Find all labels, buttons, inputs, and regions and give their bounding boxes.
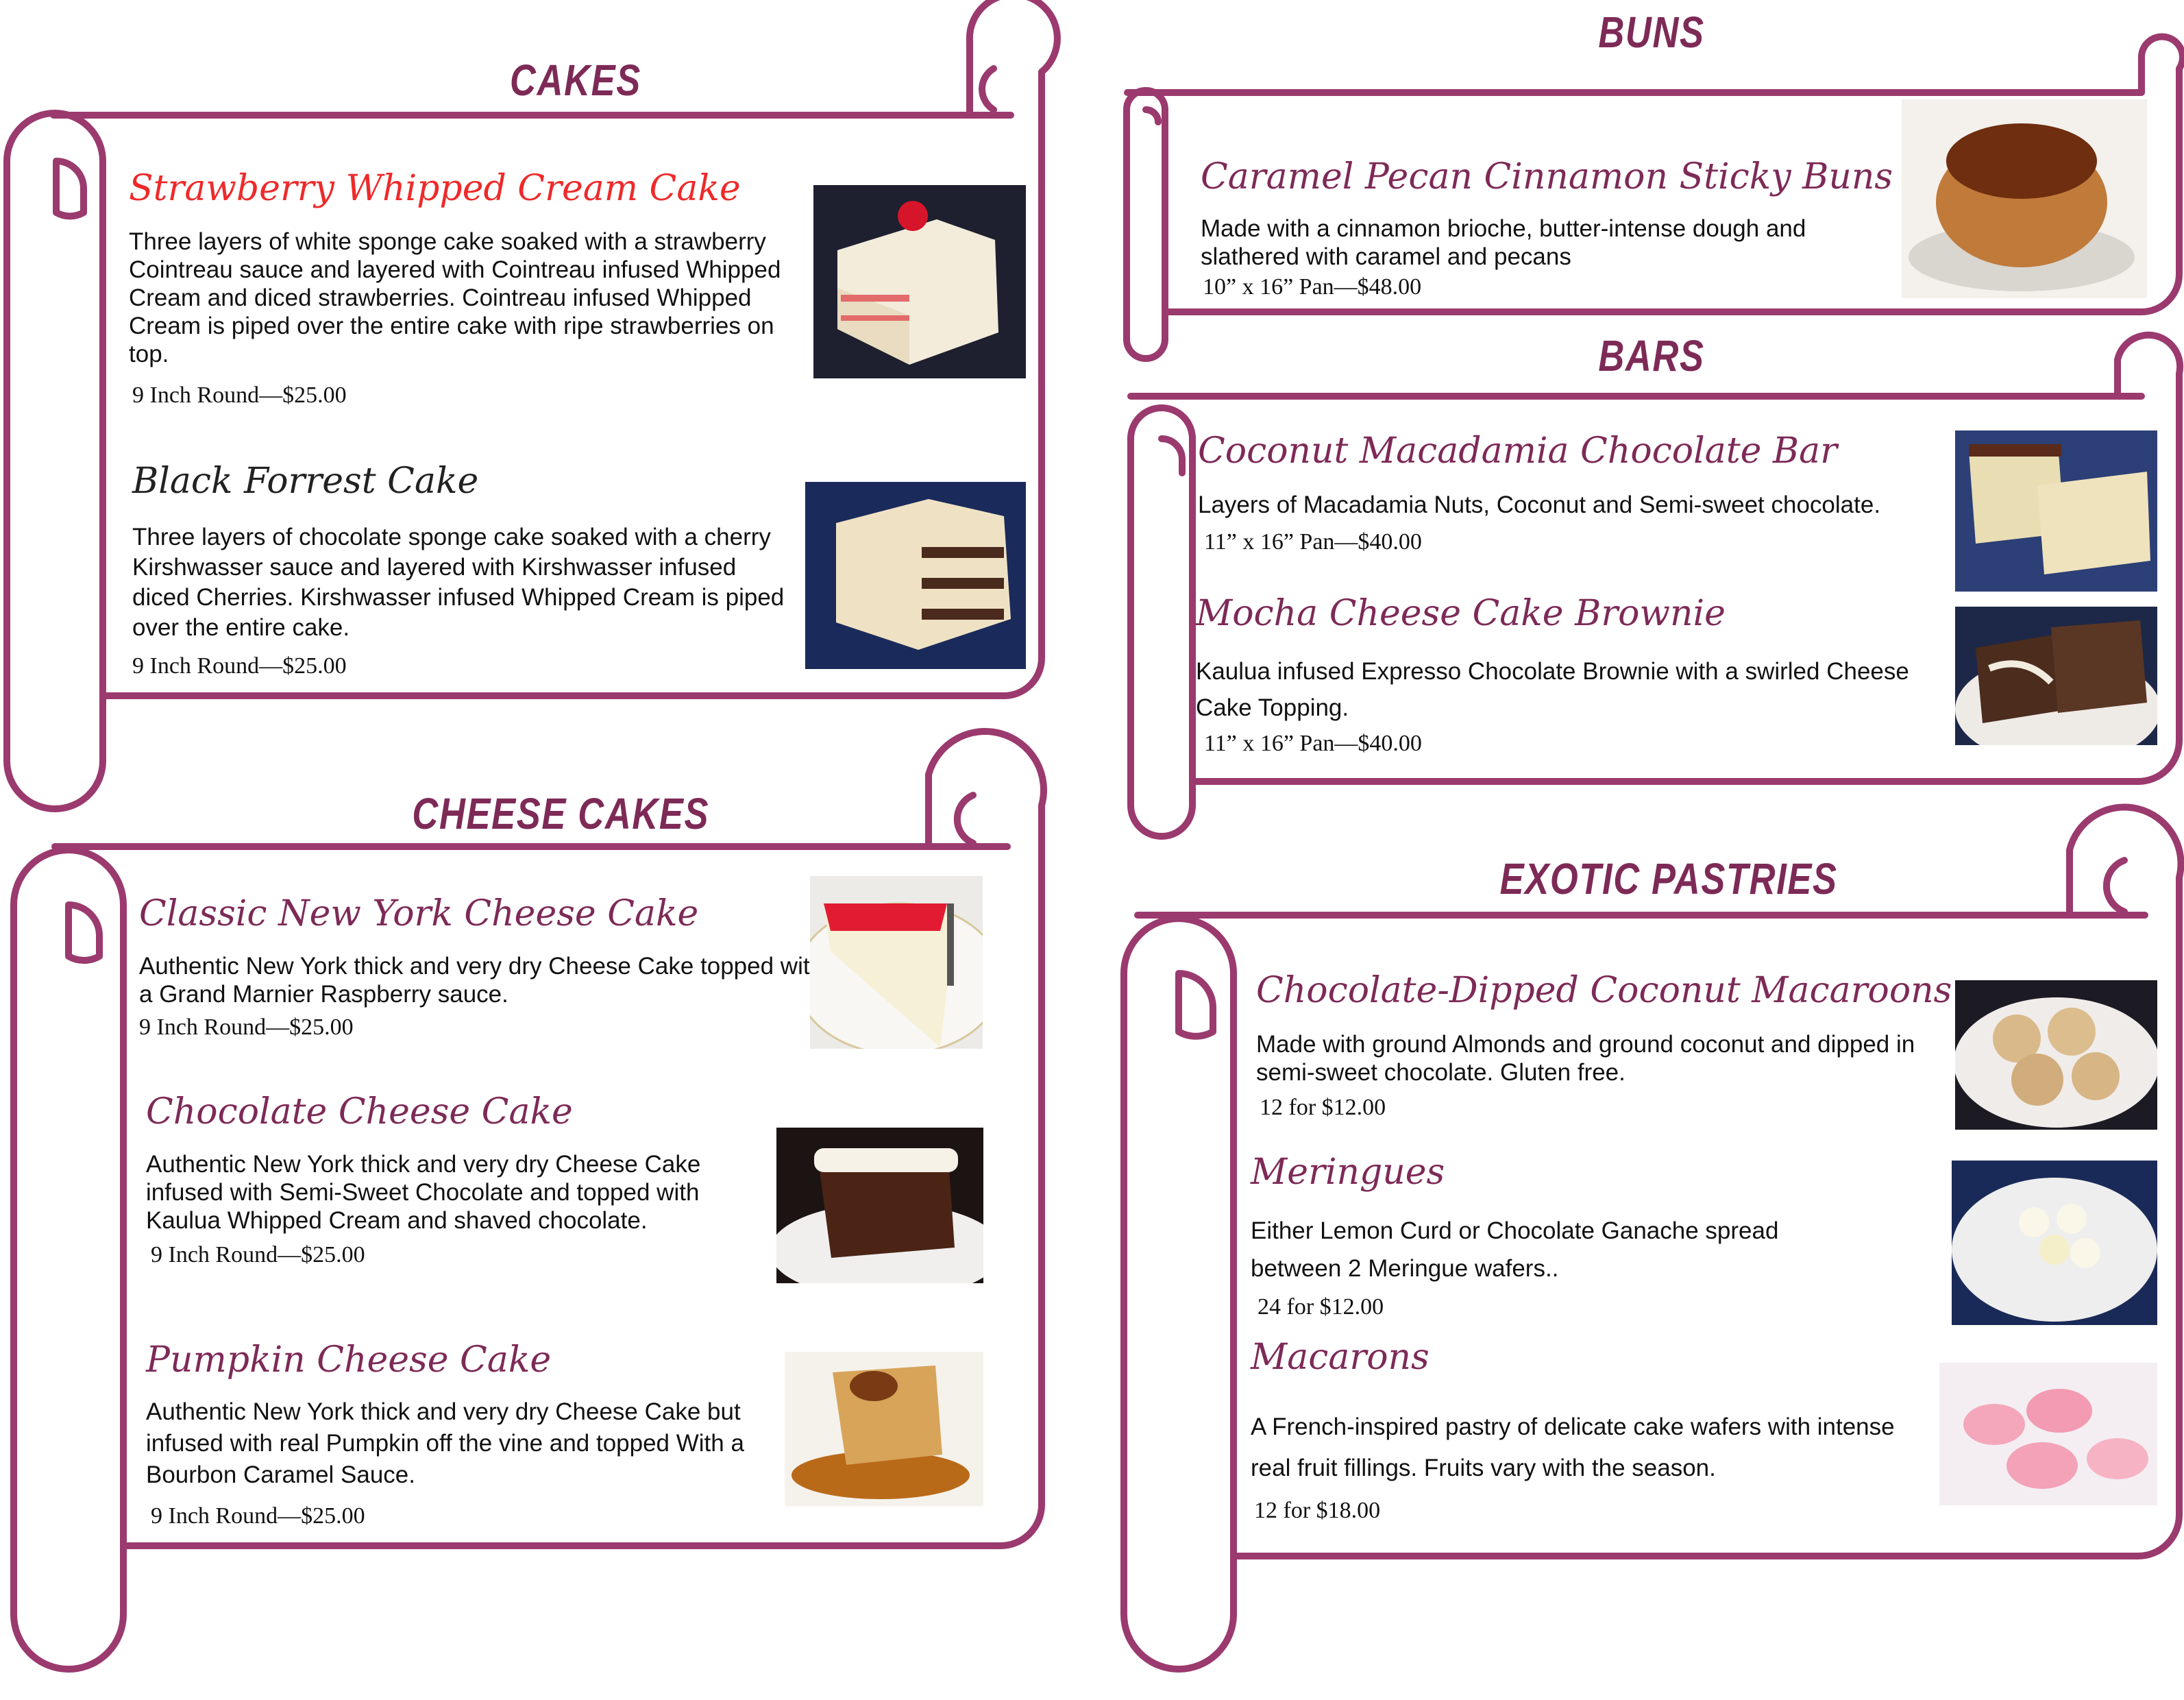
macaroons-name: Chocolate-Dipped Coconut Macaroons xyxy=(1256,970,1952,1011)
macarons-photo xyxy=(1939,1363,2157,1505)
buns-heading: BUNS xyxy=(1598,8,1705,57)
new-york-cheese-cake-description: Authentic New York thick and very dry Ch… xyxy=(139,953,824,1008)
chocolate-cheese-cake-description: Authentic New York thick and very dry Ch… xyxy=(146,1151,701,1234)
macaroons-description: Made with ground Almonds and ground coco… xyxy=(1256,1031,1915,1086)
black-forrest-cake-description: Three layers of chocolate sponge cake so… xyxy=(132,524,785,641)
new-york-cheese-cake-name: Classic New York Cheese Cake xyxy=(139,893,699,934)
bars-heading: BARS xyxy=(1598,331,1705,380)
meringues-description: Either Lemon Curd or Chocolate Ganache s… xyxy=(1251,1217,1779,1282)
new-york-cheese-cake-price: 9 Inch Round—$25.00 xyxy=(139,1015,354,1040)
pumpkin-cheese-cake-price: 9 Inch Round—$25.00 xyxy=(151,1503,365,1529)
macarons-price: 12 for $18.00 xyxy=(1254,1498,1381,1523)
strawberry-cake-photo xyxy=(813,185,1026,378)
coconut-macadamia-bar-description: Layers of Macadamia Nuts, Coconut and Se… xyxy=(1198,491,1881,518)
chocolate-cheese-cake-photo xyxy=(776,1128,983,1283)
cakes-heading: CAKES xyxy=(510,56,641,105)
sticky-buns-photo xyxy=(1902,99,2147,298)
coconut-macadamia-bar-photo xyxy=(1955,430,2157,592)
cheese-cakes-heading: CHEESE CAKES xyxy=(412,789,710,838)
macaroons-photo xyxy=(1955,980,2157,1130)
pumpkin-cheese-cake-photo xyxy=(785,1352,983,1506)
mocha-brownie-description: Kaulua infused Expresso Chocolate Browni… xyxy=(1196,658,1909,721)
pumpkin-cheese-cake-description: Authentic New York thick and very dry Ch… xyxy=(146,1398,744,1488)
strawberry-cake-name: Strawberry Whipped Cream Cake xyxy=(129,168,741,209)
black-forrest-cake-price: 9 Inch Round—$25.00 xyxy=(132,653,347,679)
black-forrest-cake-name: Black Forrest Cake xyxy=(132,461,479,502)
mocha-brownie-price: 11” x 16” Pan—$40.00 xyxy=(1204,731,1422,756)
meringues-photo xyxy=(1952,1161,2157,1325)
strawberry-cake-description: Three layers of white sponge cake soaked… xyxy=(129,228,781,367)
chocolate-cheese-cake-name: Chocolate Cheese Cake xyxy=(146,1091,573,1132)
coconut-macadamia-bar-price: 11” x 16” Pan—$40.00 xyxy=(1204,529,1422,555)
meringues-name: Meringues xyxy=(1251,1152,1445,1193)
meringues-price: 24 for $12.00 xyxy=(1257,1294,1384,1320)
exotic-pastries-heading: EXOTIC PASTRIES xyxy=(1499,854,1838,903)
sticky-buns-name: Caramel Pecan Cinnamon Sticky Buns xyxy=(1201,156,1893,197)
black-forrest-cake-photo xyxy=(805,482,1026,669)
mocha-brownie-photo xyxy=(1955,607,2157,745)
new-york-cheese-cake-photo xyxy=(810,876,983,1049)
chocolate-cheese-cake-price: 9 Inch Round—$25.00 xyxy=(151,1242,365,1267)
strawberry-cake-price: 9 Inch Round—$25.00 xyxy=(132,382,347,408)
coconut-macadamia-bar-name: Coconut Macadamia Chocolate Bar xyxy=(1198,430,1837,472)
mocha-brownie-name: Mocha Cheese Cake Brownie xyxy=(1196,593,1726,634)
sticky-buns-price: 10” x 16” Pan—$48.00 xyxy=(1203,274,1422,300)
pumpkin-cheese-cake-name: Pumpkin Cheese Cake xyxy=(146,1339,552,1381)
macaroons-price: 12 for $12.00 xyxy=(1260,1095,1386,1120)
macarons-name: Macarons xyxy=(1251,1337,1430,1378)
sticky-buns-description: Made with a cinnamon brioche, butter-int… xyxy=(1201,215,1806,270)
macarons-description: A French-inspired pastry of delicate cak… xyxy=(1251,1413,1895,1481)
